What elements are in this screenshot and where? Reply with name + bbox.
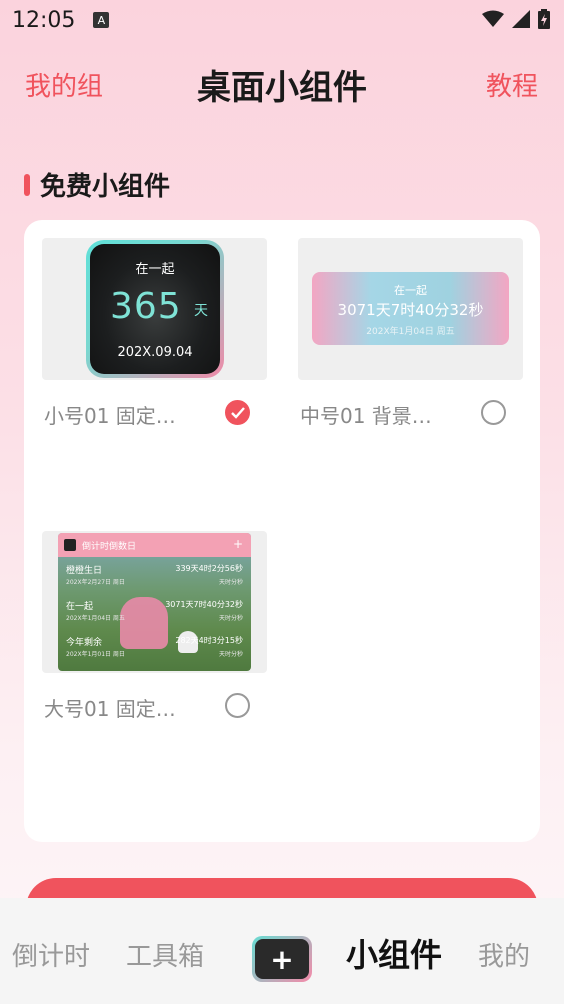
row-date: 202X年1月04日 周五 — [66, 615, 125, 622]
large-widget-title: 倒计时倒数日 — [82, 541, 137, 552]
unselected-radio[interactable] — [225, 693, 250, 718]
row-name: 橙橙生日 — [66, 566, 103, 576]
small-widget-frame: 在一起 365 天 202X.09.04 — [86, 240, 224, 378]
widget-preview-large[interactable]: 倒计时倒数日 + 橙橙生日 339天4时2分56秒 202X年2月27日 周日 … — [42, 531, 267, 673]
countdown-row: 橙橙生日 339天4时2分56秒 202X年2月27日 周日 天时分秒 — [58, 557, 251, 593]
countdown-row: 今年剩余 282天4时3分15秒 202X年1月01日 周日 天时分秒 — [58, 629, 251, 665]
widget-label: 中号01 背景… — [300, 404, 432, 428]
widget-card-medium[interactable]: 在一起 3071天7时40分32秒 202X年1月04日 周五 中号01 背景… — [298, 238, 528, 438]
small-widget-caption: 在一起 — [135, 262, 175, 277]
signal-icon — [512, 10, 530, 28]
notification-icon: A — [93, 12, 110, 28]
section-title: 免费小组件 — [40, 172, 171, 202]
widget-label: 小号01 固定… — [44, 404, 176, 428]
widget-panel: 在一起 365 天 202X.09.04 小号01 固定… 在一起 3071天7… — [24, 220, 540, 842]
unselected-radio[interactable] — [481, 400, 506, 425]
section-header: 免费小组件 — [24, 166, 170, 203]
small-widget-unit: 天 — [194, 303, 208, 319]
large-widget-header: 倒计时倒数日 + — [58, 533, 251, 557]
nav-widgets[interactable]: 小组件 — [346, 930, 442, 976]
medium-widget-date: 202X年1月04日 周五 — [366, 327, 455, 337]
nav-countdown[interactable]: 倒计时 — [12, 936, 90, 973]
row-unit: 天时分秒 — [218, 579, 243, 586]
row-date: 202X年1月01日 周日 — [66, 651, 125, 658]
row-value: 339天4时2分56秒 — [175, 564, 243, 573]
medium-widget: 在一起 3071天7时40分32秒 202X年1月04日 周五 — [312, 272, 509, 345]
nav-toolbox[interactable]: 工具箱 — [126, 936, 204, 973]
widget-preview-small[interactable]: 在一起 365 天 202X.09.04 — [42, 238, 267, 380]
selected-check-icon[interactable] — [225, 400, 250, 425]
add-button[interactable]: + — [252, 936, 312, 982]
widget-card-large[interactable]: 倒计时倒数日 + 橙橙生日 339天4时2分56秒 202X年2月27日 周日 … — [42, 531, 272, 731]
status-time: 12:05 — [12, 7, 76, 33]
medium-widget-duration: 3071天7时40分32秒 — [337, 301, 484, 319]
bottom-nav: 倒计时 工具箱 + 小组件 我的 — [0, 898, 564, 1004]
wifi-icon — [482, 10, 504, 27]
tutorial-button[interactable]: 教程 — [486, 66, 538, 103]
page-title: 桌面小组件 — [197, 68, 367, 108]
row-name: 今年剩余 — [66, 638, 103, 648]
small-widget-date: 202X.09.04 — [117, 345, 193, 360]
row-unit: 天时分秒 — [218, 615, 243, 622]
row-name: 在一起 — [66, 602, 94, 612]
header: 我的组 桌面小组件 教程 — [0, 58, 564, 110]
plus-icon: + — [232, 537, 243, 551]
widget-preview-medium[interactable]: 在一起 3071天7时40分32秒 202X年1月04日 周五 — [298, 238, 523, 380]
countdown-row: 在一起 3071天7时40分32秒 202X年1月04日 周五 天时分秒 — [58, 593, 251, 629]
app-logo-icon — [64, 539, 76, 551]
widget-label: 大号01 固定… — [44, 697, 176, 721]
small-widget-number: 365 — [110, 286, 182, 327]
large-widget: 倒计时倒数日 + 橙橙生日 339天4时2分56秒 202X年2月27日 周日 … — [58, 533, 251, 671]
status-icons — [482, 9, 550, 29]
row-date: 202X年2月27日 周日 — [66, 579, 125, 586]
row-unit: 天时分秒 — [218, 651, 243, 658]
section-accent-bar — [24, 173, 30, 196]
battery-icon — [538, 9, 550, 29]
row-value: 3071天7时40分32秒 — [165, 600, 243, 609]
row-value: 282天4时3分15秒 — [175, 636, 243, 645]
plus-icon: + — [255, 939, 309, 979]
widget-card-small[interactable]: 在一起 365 天 202X.09.04 小号01 固定… — [42, 238, 272, 438]
status-bar: 12:05 A — [0, 0, 564, 40]
nav-mine[interactable]: 我的 — [478, 936, 530, 973]
small-widget-body: 在一起 365 天 202X.09.04 — [90, 244, 220, 374]
medium-widget-caption: 在一起 — [394, 284, 427, 297]
